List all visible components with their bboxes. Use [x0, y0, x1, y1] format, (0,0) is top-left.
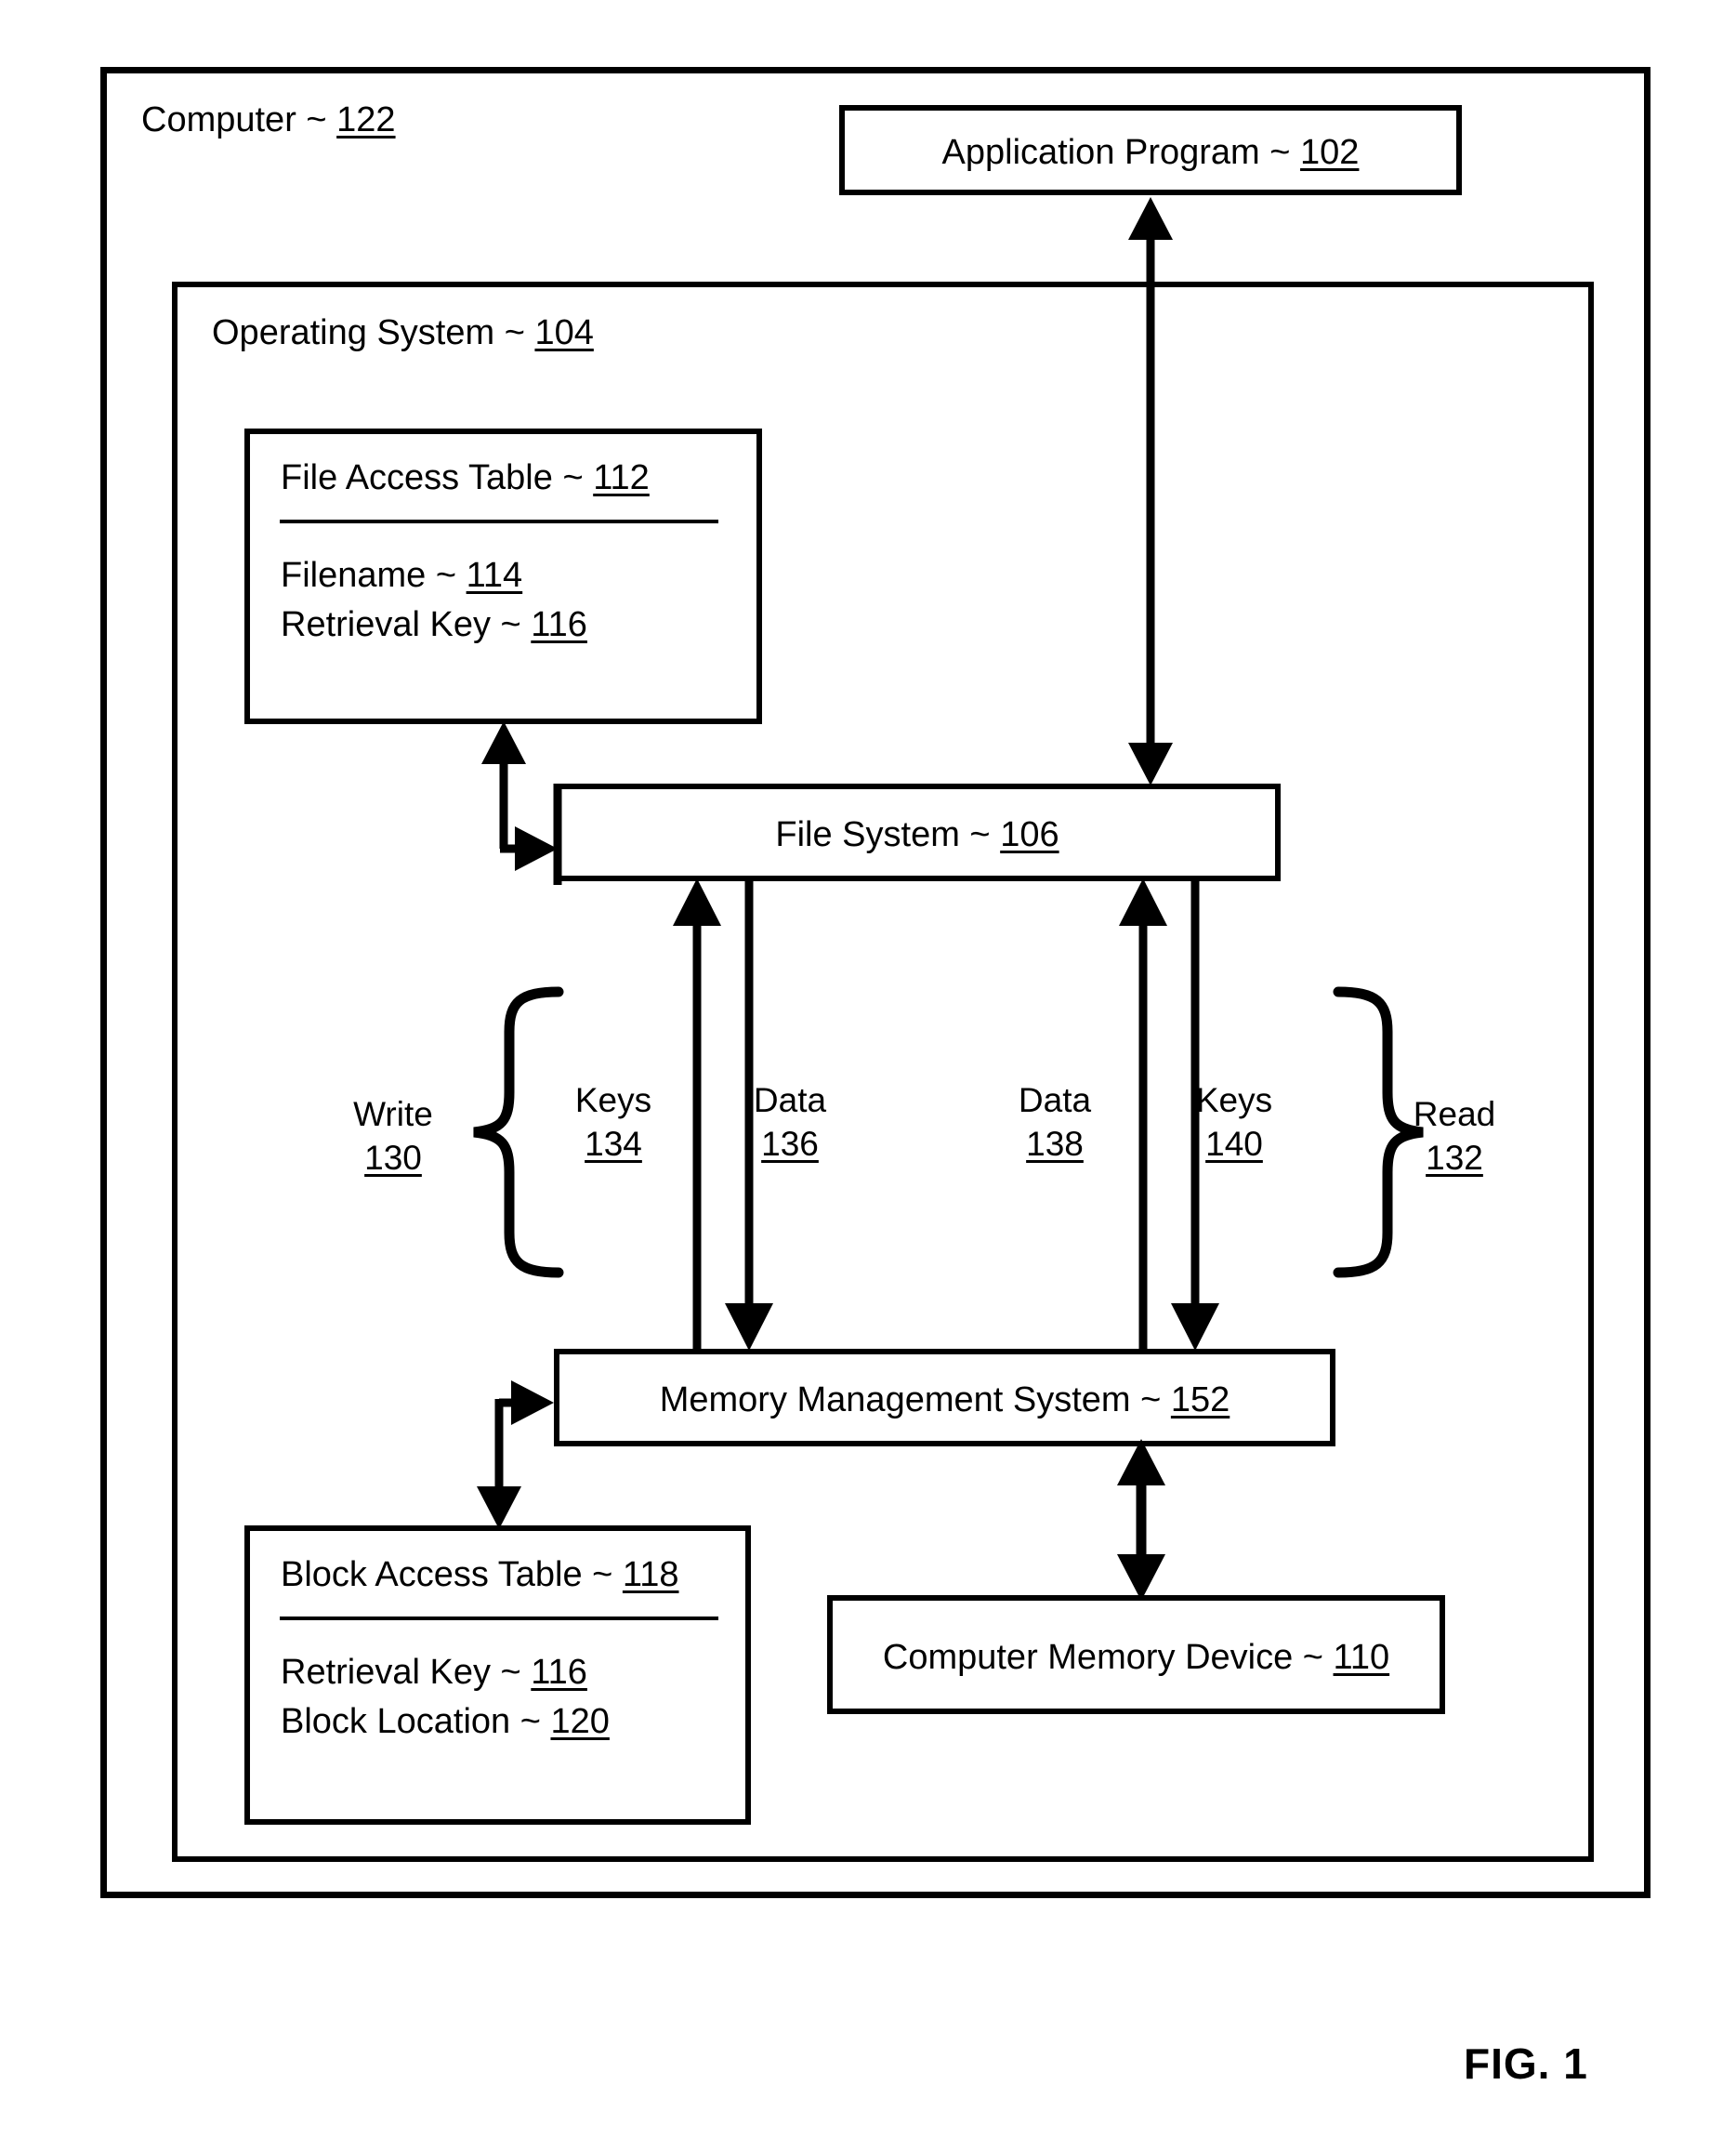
file-access-table-row-retrieval-key: Retrieval Key ~ 116 — [281, 605, 587, 645]
block-access-table-title: Block Access Table ~ 118 — [281, 1555, 678, 1595]
application-program-label-text: Application Program ~ — [941, 133, 1301, 172]
computer-container-label: Computer ~ 122 — [141, 100, 396, 140]
memory-management-system-ref: 152 — [1170, 1380, 1230, 1419]
read-flow-label: Read 132 — [1394, 1092, 1515, 1181]
file-access-table-divider — [280, 520, 718, 523]
block-access-table-row-block-location: Block Location ~ 120 — [281, 1702, 610, 1742]
file-system-label: File System ~ 106 — [559, 815, 1275, 855]
file-access-table-row-filename: Filename ~ 114 — [281, 556, 522, 596]
file-access-table-row-retrieval-key-ref: 116 — [531, 605, 587, 644]
memory-management-system-box: Memory Management System ~ 152 — [554, 1349, 1335, 1446]
block-access-table-row-retrieval-key-ref: 116 — [531, 1653, 587, 1692]
data-138-label-text: Data — [1018, 1081, 1092, 1119]
application-program-ref: 102 — [1300, 133, 1360, 172]
block-access-table-row-retrieval-key: Retrieval Key ~ 116 — [281, 1653, 587, 1693]
data-136-label: Data 136 — [734, 1078, 846, 1167]
computer-memory-device-ref: 110 — [1333, 1638, 1390, 1677]
figure-caption: FIG. 1 — [1464, 2039, 1588, 2088]
block-access-table-row-retrieval-key-text: Retrieval Key ~ — [281, 1653, 532, 1692]
data-138-ref: 138 — [1026, 1125, 1084, 1164]
block-access-table-row-block-location-ref: 120 — [550, 1702, 610, 1741]
application-program-box: Application Program ~ 102 — [839, 105, 1462, 195]
data-136-label-text: Data — [753, 1081, 827, 1119]
data-138-label: Data 138 — [999, 1078, 1111, 1167]
memory-management-system-label-text: Memory Management System ~ — [659, 1380, 1171, 1419]
memory-management-system-label: Memory Management System ~ 152 — [559, 1380, 1330, 1420]
patent-figure-page: Computer ~ 122 Operating System ~ 104 Ap… — [0, 0, 1736, 2151]
block-access-table-row-block-location-text: Block Location ~ — [281, 1702, 551, 1741]
write-flow-ref: 130 — [364, 1139, 422, 1178]
file-access-table-row-filename-text: Filename ~ — [281, 556, 467, 595]
data-136-ref: 136 — [761, 1125, 819, 1164]
file-system-label-text: File System ~ — [775, 815, 1001, 854]
keys-140-ref: 140 — [1205, 1125, 1263, 1164]
file-system-box: File System ~ 106 — [554, 784, 1281, 881]
read-flow-label-text: Read — [1413, 1095, 1496, 1133]
keys-140-label-text: Keys — [1195, 1081, 1273, 1119]
file-access-table-row-retrieval-key-text: Retrieval Key ~ — [281, 605, 532, 644]
read-flow-ref: 132 — [1426, 1139, 1483, 1178]
computer-container-ref: 122 — [336, 100, 396, 139]
file-access-table-title-text: File Access Table ~ — [281, 458, 594, 497]
keys-134-label: Keys 134 — [558, 1078, 669, 1167]
block-access-table-ref: 118 — [622, 1555, 679, 1594]
file-access-table-title: File Access Table ~ 112 — [281, 458, 650, 498]
operating-system-container-label: Operating System ~ 104 — [212, 313, 594, 353]
block-access-table-divider — [280, 1617, 718, 1620]
file-system-ref: 106 — [1000, 815, 1059, 854]
file-access-table-ref: 112 — [593, 458, 650, 497]
file-access-table-box: File Access Table ~ 112 Filename ~ 114 R… — [244, 429, 762, 724]
block-access-table-box: Block Access Table ~ 118 Retrieval Key ~… — [244, 1525, 751, 1825]
computer-memory-device-label: Computer Memory Device ~ 110 — [833, 1638, 1440, 1678]
computer-memory-device-box: Computer Memory Device ~ 110 — [827, 1595, 1445, 1714]
write-flow-label: Write 130 — [333, 1092, 454, 1181]
computer-memory-device-label-text: Computer Memory Device ~ — [882, 1638, 1334, 1677]
operating-system-ref: 104 — [534, 313, 594, 352]
write-flow-label-text: Write — [353, 1095, 433, 1133]
keys-134-label-text: Keys — [574, 1081, 652, 1119]
computer-container-label-text: Computer ~ — [141, 100, 337, 139]
block-access-table-title-text: Block Access Table ~ — [281, 1555, 623, 1594]
keys-140-label: Keys 140 — [1178, 1078, 1290, 1167]
keys-134-ref: 134 — [585, 1125, 642, 1164]
operating-system-label-text: Operating System ~ — [212, 313, 535, 352]
file-access-table-row-filename-ref: 114 — [466, 556, 523, 595]
application-program-label: Application Program ~ 102 — [845, 133, 1456, 173]
